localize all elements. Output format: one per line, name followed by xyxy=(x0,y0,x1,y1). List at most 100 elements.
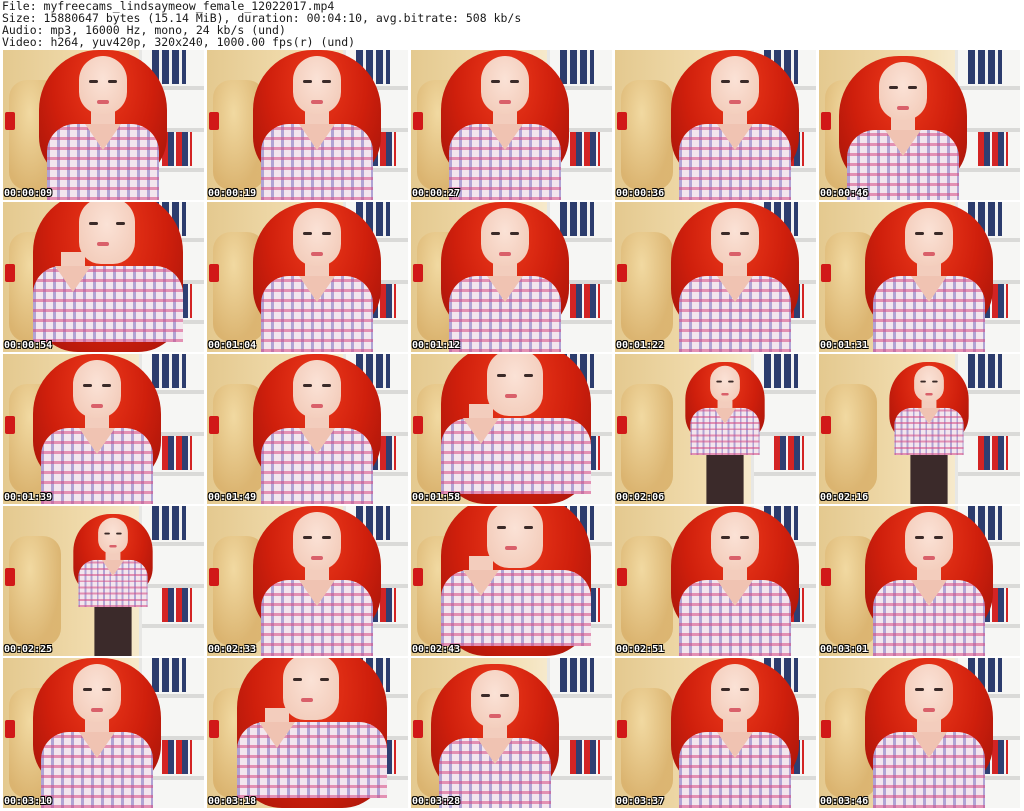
timecode-label: 00:01:31 xyxy=(820,340,869,351)
red-pot xyxy=(209,568,219,586)
red-pot xyxy=(5,112,15,130)
video-thumbnail[interactable]: 00:00:19 xyxy=(207,50,408,200)
timecode-label: 00:02:33 xyxy=(208,644,257,655)
red-pot xyxy=(209,416,219,434)
red-pot xyxy=(821,416,831,434)
timecode-label: 00:00:36 xyxy=(616,188,665,199)
timecode-label: 00:00:19 xyxy=(208,188,257,199)
timecode-label: 00:02:25 xyxy=(4,644,53,655)
video-thumbnail[interactable]: 00:00:27 xyxy=(411,50,612,200)
video-info: Video: h264, yuv420p, 320x240, 1000.00 f… xyxy=(2,35,356,49)
video-thumbnail[interactable]: 00:02:25 xyxy=(3,506,204,656)
timecode-label: 00:01:04 xyxy=(208,340,257,351)
person-figure xyxy=(247,202,387,352)
video-thumbnail[interactable]: 00:02:51 xyxy=(615,506,816,656)
person-figure xyxy=(859,202,999,352)
person-figure xyxy=(27,354,167,504)
timecode-label: 00:03:46 xyxy=(820,796,869,807)
video-thumbnail[interactable]: 00:01:49 xyxy=(207,354,408,504)
office-chair xyxy=(621,384,673,494)
video-thumbnail[interactable]: 00:02:06 xyxy=(615,354,816,504)
office-chair xyxy=(9,536,61,646)
red-pot xyxy=(821,568,831,586)
red-pot xyxy=(413,112,423,130)
video-thumbnail[interactable]: 00:00:54 xyxy=(3,202,204,352)
red-pot xyxy=(617,568,627,586)
video-thumbnail[interactable]: 00:03:18 xyxy=(207,658,408,808)
timecode-label: 00:00:54 xyxy=(4,340,53,351)
timecode-label: 00:01:49 xyxy=(208,492,257,503)
person-figure xyxy=(247,354,387,504)
timecode-label: 00:02:16 xyxy=(820,492,869,503)
timecode-label: 00:02:06 xyxy=(616,492,665,503)
person-figure xyxy=(435,202,575,352)
timecode-label: 00:02:43 xyxy=(412,644,461,655)
timecode-label: 00:01:39 xyxy=(4,492,53,503)
timecode-label: 00:03:37 xyxy=(616,796,665,807)
video-thumbnail[interactable]: 00:03:01 xyxy=(819,506,1020,656)
red-pot xyxy=(617,264,627,282)
video-thumbnail[interactable]: 00:02:33 xyxy=(207,506,408,656)
red-pot xyxy=(617,720,627,738)
person-figure xyxy=(411,506,611,656)
person-figure xyxy=(886,362,973,504)
person-figure xyxy=(682,362,769,504)
timecode-label: 00:00:09 xyxy=(4,188,53,199)
video-thumbnail[interactable]: 00:03:46 xyxy=(819,658,1020,808)
video-thumbnail[interactable]: 00:02:16 xyxy=(819,354,1020,504)
timecode-label: 00:03:18 xyxy=(208,796,257,807)
thumbnail-grid: 00:00:09 00:00:19 00:00:27 00:00:36 00:0… xyxy=(3,50,1020,808)
person-figure xyxy=(411,354,611,504)
person-figure xyxy=(247,506,387,656)
timecode-label: 00:03:10 xyxy=(4,796,53,807)
video-thumbnail[interactable]: 00:02:43 xyxy=(411,506,612,656)
red-pot xyxy=(413,264,423,282)
video-thumbnail[interactable]: 00:01:22 xyxy=(615,202,816,352)
person-figure xyxy=(833,56,973,200)
red-pot xyxy=(617,416,627,434)
video-thumbnail[interactable]: 00:00:09 xyxy=(3,50,204,200)
video-thumbnail[interactable]: 00:01:31 xyxy=(819,202,1020,352)
red-pot xyxy=(5,568,15,586)
person-figure xyxy=(33,50,173,200)
person-figure xyxy=(665,202,805,352)
red-pot xyxy=(821,112,831,130)
video-thumbnail[interactable]: 00:01:39 xyxy=(3,354,204,504)
red-pot xyxy=(209,264,219,282)
video-thumbnail[interactable]: 00:01:58 xyxy=(411,354,612,504)
video-thumbnail[interactable]: 00:03:37 xyxy=(615,658,816,808)
timecode-label: 00:03:01 xyxy=(820,644,869,655)
red-pot xyxy=(413,720,423,738)
person-figure xyxy=(207,658,407,808)
red-pot xyxy=(209,112,219,130)
timecode-label: 00:00:27 xyxy=(412,188,461,199)
timecode-label: 00:02:51 xyxy=(616,644,665,655)
video-thumbnail[interactable]: 00:03:10 xyxy=(3,658,204,808)
timecode-label: 00:00:46 xyxy=(820,188,869,199)
person-figure xyxy=(70,514,157,656)
person-figure xyxy=(665,50,805,200)
file-info-header: File: myfreecams_lindsaymeow_female_1202… xyxy=(2,0,1022,50)
red-pot xyxy=(617,112,627,130)
person-figure xyxy=(27,658,167,808)
red-pot xyxy=(5,720,15,738)
person-figure xyxy=(425,664,565,808)
red-pot xyxy=(5,416,15,434)
office-chair xyxy=(825,384,877,494)
red-pot xyxy=(821,264,831,282)
timecode-label: 00:03:28 xyxy=(412,796,461,807)
video-thumbnail[interactable]: 00:03:28 xyxy=(411,658,612,808)
video-thumbnail[interactable]: 00:01:12 xyxy=(411,202,612,352)
person-figure xyxy=(247,50,387,200)
person-figure xyxy=(665,506,805,656)
timecode-label: 00:01:12 xyxy=(412,340,461,351)
video-thumbnail[interactable]: 00:00:36 xyxy=(615,50,816,200)
person-figure xyxy=(435,50,575,200)
person-figure xyxy=(859,658,999,808)
video-thumbnail[interactable]: 00:01:04 xyxy=(207,202,408,352)
video-thumbnail[interactable]: 00:00:46 xyxy=(819,50,1020,200)
person-figure xyxy=(859,506,999,656)
person-figure xyxy=(665,658,805,808)
timecode-label: 00:01:22 xyxy=(616,340,665,351)
person-figure xyxy=(3,202,203,352)
